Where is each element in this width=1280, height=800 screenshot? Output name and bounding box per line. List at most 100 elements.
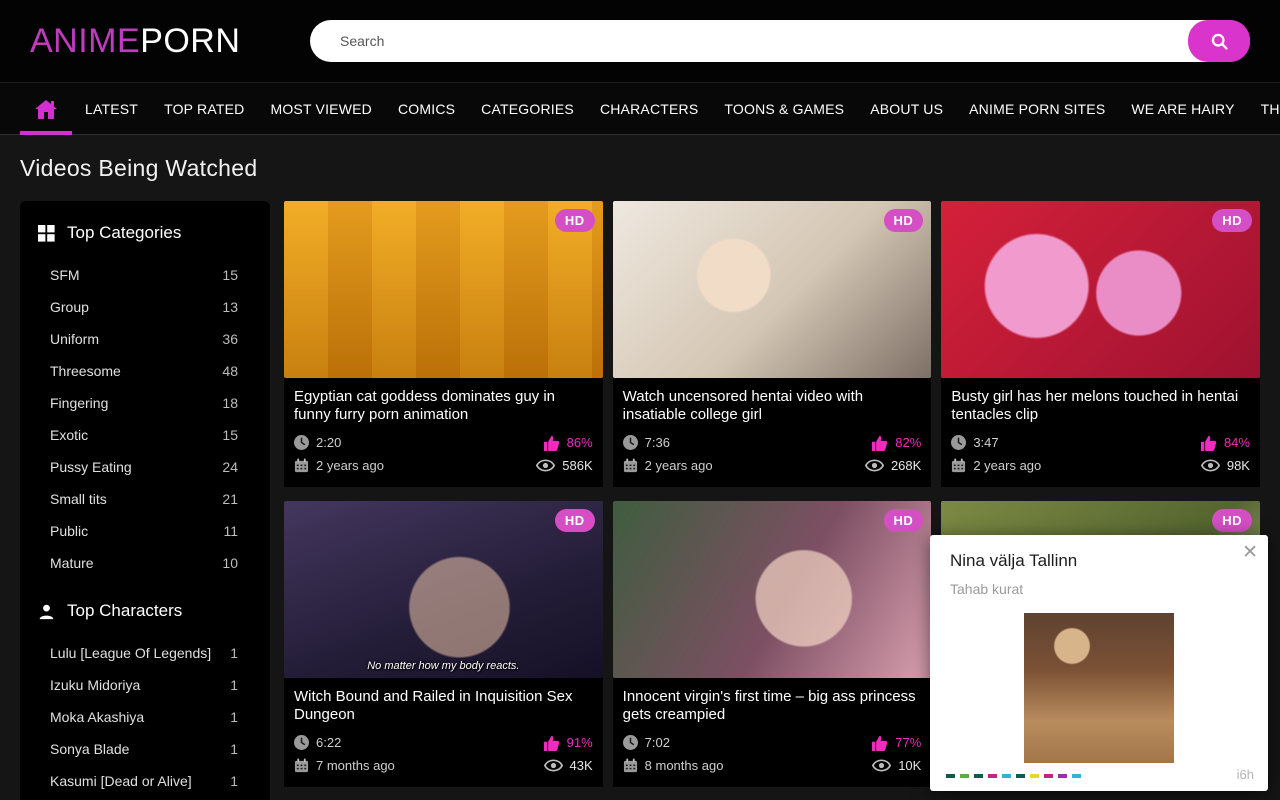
video-age: 8 months ago xyxy=(645,758,724,773)
video-rating: 91% xyxy=(567,735,593,750)
video-card[interactable]: HD Egyptian cat goddess dominates guy in… xyxy=(284,201,603,487)
video-title[interactable]: Watch uncensored hentai video with insat… xyxy=(623,388,922,425)
top-characters-header: Top Characters xyxy=(38,601,252,621)
ad-popup-photo[interactable] xyxy=(1024,613,1174,763)
clock-icon xyxy=(294,435,309,450)
character-item[interactable]: Kasumi [Dead or Alive]1 xyxy=(38,765,252,797)
category-label: Mature xyxy=(50,555,94,571)
video-title[interactable]: Busty girl has her melons touched in hen… xyxy=(951,388,1250,425)
category-item[interactable]: Group 13 xyxy=(38,291,252,323)
calendar-icon xyxy=(623,758,638,773)
video-age: 2 years ago xyxy=(316,458,384,473)
category-label: Public xyxy=(50,523,88,539)
category-item[interactable]: Mature10 xyxy=(38,547,252,579)
character-label: Sonya Blade xyxy=(50,741,129,757)
home-icon xyxy=(34,98,58,120)
nav-home[interactable] xyxy=(20,82,72,135)
hd-badge: HD xyxy=(1212,209,1252,232)
nav-link[interactable]: CHARACTERS xyxy=(587,101,711,117)
category-label: Group xyxy=(50,299,89,315)
search-bar xyxy=(310,20,1250,62)
site-header: ANIMEPORN xyxy=(0,0,1280,82)
video-title[interactable]: Innocent virgin's first time – big ass p… xyxy=(623,688,922,725)
video-views: 586K xyxy=(562,458,592,473)
calendar-icon xyxy=(294,458,309,473)
page-title: Videos Being Watched xyxy=(20,155,1260,182)
category-item[interactable]: Threesome48 xyxy=(38,355,252,387)
character-item[interactable]: Sonya Blade1 xyxy=(38,733,252,765)
video-duration: 2:20 xyxy=(316,435,341,450)
video-card[interactable]: HD Busty girl has her melons touched in … xyxy=(941,201,1260,487)
video-thumbnail[interactable]: HD xyxy=(284,201,603,378)
nav-link[interactable]: CATEGORIES xyxy=(468,101,587,117)
category-count: 36 xyxy=(222,331,252,347)
nav-link[interactable]: ANIME PORN SITES xyxy=(956,101,1118,117)
character-count: 1 xyxy=(230,773,252,789)
category-item[interactable]: Uniform36 xyxy=(38,323,252,355)
video-card[interactable]: HD Watch uncensored hentai video with in… xyxy=(613,201,932,487)
ad-popup-title: Nina välja Tallinn xyxy=(930,535,1268,571)
category-item[interactable]: SFM15 xyxy=(38,259,252,291)
thumbs-up-icon xyxy=(871,735,888,751)
video-views: 10K xyxy=(898,758,921,773)
nav-link[interactable]: TOP RATED xyxy=(151,101,257,117)
nav-link[interactable]: COMICS xyxy=(385,101,468,117)
search-icon xyxy=(1209,31,1230,52)
character-item[interactable]: Moka Akashiya1 xyxy=(38,701,252,733)
category-item[interactable]: Pussy Eating24 xyxy=(38,451,252,483)
category-item[interactable]: Small tits 21 xyxy=(38,483,252,515)
character-item[interactable]: Izuku Midoriya 1 xyxy=(38,669,252,701)
ad-popup-timestamp: i6h xyxy=(1237,767,1254,782)
video-rating: 82% xyxy=(895,435,921,450)
video-thumbnail[interactable]: HD xyxy=(613,201,932,378)
category-label: Small tits xyxy=(50,491,107,507)
category-count: 21 xyxy=(222,491,252,507)
nav-link[interactable]: MOST VIEWED xyxy=(257,101,385,117)
hd-badge: HD xyxy=(884,509,924,532)
video-card[interactable]: HD Innocent virgin's first time – big as… xyxy=(613,501,932,787)
thumbs-up-icon xyxy=(871,435,888,451)
video-views: 43K xyxy=(570,758,593,773)
video-meta: Innocent virgin's first time – big ass p… xyxy=(613,678,932,787)
video-age: 2 years ago xyxy=(645,458,713,473)
category-count: 24 xyxy=(222,459,252,475)
character-count: 1 xyxy=(230,677,252,693)
video-duration: 3:47 xyxy=(973,435,998,450)
ad-popup: ✕ Nina välja Tallinn Tahab kurat i6h xyxy=(930,535,1268,791)
video-thumbnail[interactable]: HD xyxy=(613,501,932,678)
character-label: Izuku Midoriya xyxy=(50,677,140,693)
video-card[interactable]: HD No matter how my body reacts. Witch B… xyxy=(284,501,603,787)
nav-links: LATESTTOP RATEDMOST VIEWEDCOMICSCATEGORI… xyxy=(72,101,1280,117)
close-icon[interactable]: ✕ xyxy=(1242,543,1258,562)
nav-link[interactable]: ABOUT US xyxy=(857,101,956,117)
nav-link[interactable]: THEPORNDUDE xyxy=(1248,101,1280,117)
character-list: Lulu [League Of Legends]1 Izuku Midoriya… xyxy=(38,637,252,797)
search-button[interactable] xyxy=(1188,20,1250,62)
category-item[interactable]: Exotic15 xyxy=(38,419,252,451)
thumbs-up-icon xyxy=(543,435,560,451)
nav-link[interactable]: LATEST xyxy=(72,101,151,117)
video-thumbnail[interactable]: HD No matter how my body reacts. xyxy=(284,501,603,678)
nav-link[interactable]: TOONS & GAMES xyxy=(711,101,857,117)
clock-icon xyxy=(951,435,966,450)
category-item[interactable]: Public11 xyxy=(38,515,252,547)
category-count: 13 xyxy=(222,299,252,315)
clock-icon xyxy=(623,435,638,450)
character-item[interactable]: Lulu [League Of Legends]1 xyxy=(38,637,252,669)
video-rating: 77% xyxy=(895,735,921,750)
video-rating: 84% xyxy=(1224,435,1250,450)
video-duration: 6:22 xyxy=(316,735,341,750)
video-meta: Watch uncensored hentai video with insat… xyxy=(613,378,932,487)
video-title[interactable]: Egyptian cat goddess dominates guy in fu… xyxy=(294,388,593,425)
nav-link[interactable]: WE ARE HAIRY xyxy=(1118,101,1247,117)
search-input[interactable] xyxy=(310,20,1250,62)
site-logo[interactable]: ANIMEPORN xyxy=(30,22,240,61)
video-title[interactable]: Witch Bound and Railed in Inquisition Se… xyxy=(294,688,593,725)
video-meta: Egyptian cat goddess dominates guy in fu… xyxy=(284,378,603,487)
category-count: 15 xyxy=(222,427,252,443)
video-thumbnail[interactable]: HD xyxy=(941,201,1260,378)
category-item[interactable]: Fingering18 xyxy=(38,387,252,419)
top-categories-header: Top Categories xyxy=(38,223,252,243)
grid-icon xyxy=(38,225,55,242)
eye-icon xyxy=(872,759,891,772)
